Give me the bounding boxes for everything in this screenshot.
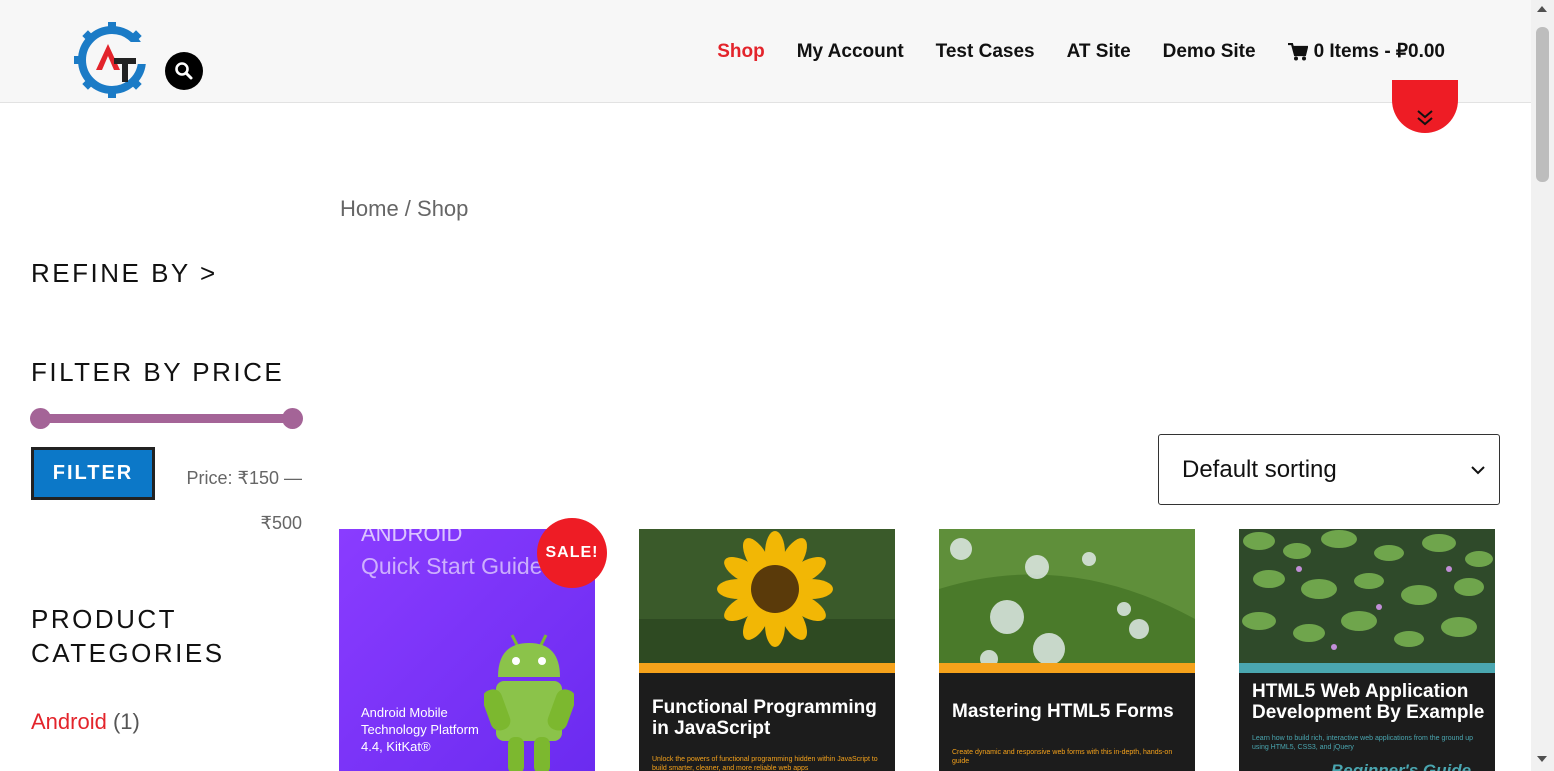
cover-text: Android Mobile Technology Platform 4.4, …	[361, 705, 479, 754]
nav-my-account[interactable]: My Account	[797, 41, 904, 63]
sorting-selected-value: Default sorting	[1182, 455, 1337, 483]
android-robot-image	[484, 634, 574, 771]
nav-demo-site[interactable]: Demo Site	[1163, 41, 1256, 63]
sale-badge: SALE!	[537, 518, 607, 588]
chevron-down-icon	[1471, 465, 1485, 474]
nav-at-site[interactable]: AT Site	[1067, 41, 1131, 63]
cover-title: HTML5 Web Application Development By Exa…	[1252, 681, 1485, 723]
cart-icon	[1287, 42, 1308, 60]
double-chevron-down-icon	[1417, 110, 1433, 126]
breadcrumb[interactable]: Home / Shop	[340, 196, 468, 222]
refine-heading: REFINE BY >	[31, 258, 218, 288]
filter-button[interactable]: FILTER	[31, 447, 155, 500]
category-item-android: Android (1)	[31, 709, 140, 735]
cover-band	[939, 663, 1195, 673]
categories-heading-line1: PRODUCT	[31, 604, 178, 634]
cover-subtitle: Learn how to build rich, interactive web…	[1252, 735, 1474, 751]
scroll-thumb[interactable]	[1536, 27, 1549, 182]
cover-series-label: Beginner's Guide	[1331, 761, 1472, 771]
filter-price-heading: FILTER BY PRICE	[31, 357, 285, 387]
site-logo[interactable]	[74, 22, 150, 98]
price-range-label: Price: ₹150 — ₹500	[162, 456, 303, 546]
sorting-select[interactable]: Default sorting	[1158, 434, 1500, 505]
main-nav: Shop My Account Test Cases AT Site Demo …	[685, 40, 1445, 63]
page-scrollbar[interactable]	[1531, 0, 1554, 771]
site-header: Shop My Account Test Cases AT Site Demo …	[0, 0, 1531, 103]
price-slider-range[interactable]	[40, 414, 292, 423]
search-button[interactable]	[165, 52, 203, 90]
search-icon	[175, 62, 193, 80]
category-link-android[interactable]: Android	[31, 709, 107, 734]
scroll-down-arrow[interactable]	[1537, 756, 1547, 762]
price-range-to: ₹500	[260, 513, 302, 533]
nav-shop[interactable]: Shop	[717, 41, 765, 63]
cover-subtitle: Create dynamic and responsive web forms …	[952, 749, 1173, 765]
at-logo	[74, 22, 150, 98]
price-range-from: Price: ₹150 —	[186, 468, 303, 488]
nav-test-cases[interactable]: Test Cases	[936, 41, 1035, 63]
price-slider-max-handle[interactable]	[282, 408, 303, 429]
product-card-functional-programming[interactable]: Functional Programming in JavaScript Unl…	[639, 529, 895, 771]
category-count: (1)	[112, 709, 140, 734]
product-card-mastering-html5-forms[interactable]: Mastering HTML5 Forms Create dynamic and…	[939, 529, 1195, 771]
cover-band	[1239, 663, 1495, 673]
scroll-up-arrow[interactable]	[1537, 6, 1547, 12]
cover-band	[639, 663, 895, 673]
header-toggle-button[interactable]	[1392, 80, 1458, 133]
sunflower-image	[639, 529, 895, 663]
categories-heading: PRODUCT CATEGORIES	[31, 602, 225, 670]
cover-subtitle: Unlock the powers of functional programm…	[652, 756, 878, 771]
price-slider-min-handle[interactable]	[30, 408, 51, 429]
lily-pads-image	[1239, 529, 1495, 663]
cover-top-text: ANDROID	[361, 529, 463, 546]
cover-title: Quick Start Guide	[361, 553, 543, 579]
product-card-html5-web-app[interactable]: HTML5 Web Application Development By Exa…	[1239, 529, 1495, 771]
nav-cart[interactable]: 0 Items - ₽0.00	[1287, 40, 1445, 63]
water-drops-image	[939, 529, 1195, 663]
cart-summary: 0 Items - ₽0.00	[1313, 41, 1445, 62]
cover-title: Functional Programming in JavaScript	[652, 697, 877, 739]
categories-heading-line2: CATEGORIES	[31, 638, 225, 668]
cover-title: Mastering HTML5 Forms	[952, 701, 1174, 722]
